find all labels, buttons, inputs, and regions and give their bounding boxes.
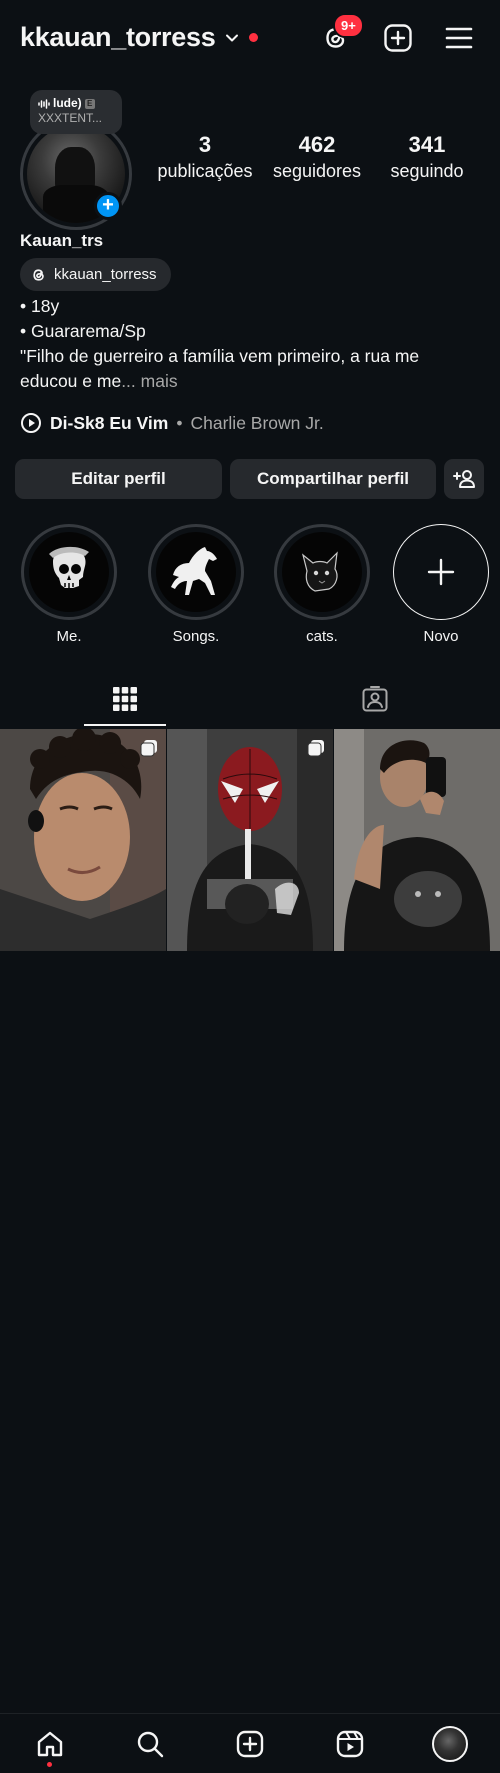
top-bar: kkauan_torress 9+ xyxy=(0,0,500,78)
add-story-icon[interactable]: + xyxy=(94,192,122,220)
posts-grid xyxy=(0,729,500,951)
post-image xyxy=(0,729,166,951)
bio-line: • 18y xyxy=(20,296,60,316)
reels-icon xyxy=(336,1730,364,1758)
bio-ellipsis: ... xyxy=(121,371,136,391)
bio-text: educou e me xyxy=(20,371,122,391)
note-subtitle: XXXTENT... xyxy=(38,111,103,125)
stat-value: 341 xyxy=(408,132,446,157)
play-circle-icon xyxy=(21,413,41,433)
nav-reels[interactable] xyxy=(332,1726,368,1762)
create-icon xyxy=(236,1730,264,1758)
notification-badge: 9+ xyxy=(333,13,364,38)
post-thumbnail[interactable] xyxy=(334,729,500,951)
highlight-label: cats. xyxy=(306,628,338,645)
post-thumbnail[interactable] xyxy=(0,729,166,951)
music-song: Di-Sk8 Eu Vim xyxy=(50,412,169,433)
bio-line: "Filho de guerreiro a família vem primei… xyxy=(20,346,420,366)
highlight-cover xyxy=(29,532,109,612)
carousel-icon xyxy=(140,740,157,757)
note-title: lude) xyxy=(53,96,82,110)
nav-home[interactable] xyxy=(32,1726,68,1762)
stat-label: seguindo xyxy=(390,161,464,181)
bio-line: • Guararema/Sp xyxy=(20,321,146,341)
nav-search[interactable] xyxy=(132,1726,168,1762)
post-thumbnail[interactable] xyxy=(167,729,333,951)
create-post-icon[interactable] xyxy=(382,22,414,54)
stat-label: publicações xyxy=(157,161,253,181)
bio: • 18y • Guararema/Sp "Filho de guerreiro… xyxy=(20,294,480,394)
music-separator: • xyxy=(176,412,183,433)
highlight-ring xyxy=(21,524,117,620)
horse-icon xyxy=(171,547,217,595)
edit-profile-button[interactable]: Editar perfil xyxy=(15,459,222,499)
bio-line: educou e me... mais xyxy=(20,369,480,394)
skull-icon xyxy=(49,546,89,588)
following-count[interactable]: 341 seguindo xyxy=(377,132,477,182)
stat-value: 462 xyxy=(298,132,336,157)
grid-icon xyxy=(113,687,137,711)
stat-value: 3 xyxy=(198,132,212,157)
cat-icon xyxy=(301,551,338,592)
threads-profile-link[interactable]: kkauan_torress xyxy=(20,258,171,291)
profile-note-bubble[interactable]: lude) E XXXTENT... xyxy=(30,90,122,134)
unread-dot xyxy=(249,33,259,42)
post-image xyxy=(334,729,500,951)
highlight-ring xyxy=(393,524,489,620)
plus-icon xyxy=(427,558,455,586)
explicit-icon: E xyxy=(84,98,95,109)
highlight-ring xyxy=(148,524,244,620)
followers-count[interactable]: 462 seguidores xyxy=(267,132,367,182)
tagged-person-icon xyxy=(362,686,388,712)
nav-profile[interactable] xyxy=(432,1726,468,1762)
post-image xyxy=(167,729,333,951)
nav-create[interactable] xyxy=(232,1726,268,1762)
display-name: Kauan_trs xyxy=(20,231,104,250)
share-profile-button[interactable]: Compartilhar perfil xyxy=(230,459,436,499)
profile-tabs xyxy=(0,672,500,726)
highlight-me[interactable]: Me. xyxy=(21,524,117,645)
threads-handle: kkauan_torress xyxy=(54,266,157,283)
search-icon xyxy=(137,1731,164,1758)
highlight-cover xyxy=(156,532,236,612)
active-tab-indicator xyxy=(84,724,166,726)
stat-label: seguidores xyxy=(272,161,362,181)
highlight-cats[interactable]: cats. xyxy=(274,524,370,645)
tab-tagged[interactable] xyxy=(333,672,417,726)
home-notification-dot xyxy=(47,1762,52,1767)
bio-more-link[interactable]: mais xyxy=(141,371,178,391)
highlight-label: Songs. xyxy=(172,628,220,645)
account-switcher[interactable]: kkauan_torress xyxy=(20,22,259,53)
new-highlight-button[interactable]: Novo xyxy=(393,524,489,645)
discover-people-button[interactable] xyxy=(444,459,484,499)
posts-count[interactable]: 3 publicações xyxy=(155,132,255,182)
music-artist: Charlie Brown Jr. xyxy=(190,412,324,433)
highlight-label: Novo xyxy=(423,628,459,645)
highlight-cover xyxy=(282,532,362,612)
chevron-down-icon xyxy=(226,34,239,41)
profile-music[interactable]: Di-Sk8 Eu Vim • Charlie Brown Jr. xyxy=(20,412,324,434)
tab-posts-grid[interactable] xyxy=(83,672,167,726)
highlight-songs[interactable]: Songs. xyxy=(148,524,244,645)
username-title: kkauan_torress xyxy=(20,22,216,52)
profile-avatar-icon xyxy=(432,1726,468,1762)
home-icon xyxy=(37,1731,63,1757)
threads-icon xyxy=(33,268,44,281)
highlight-label: Me. xyxy=(56,628,82,645)
bottom-navigation xyxy=(0,1713,500,1773)
add-person-icon xyxy=(453,470,475,488)
highlight-ring xyxy=(274,524,370,620)
carousel-icon xyxy=(307,740,324,757)
audio-wave-icon xyxy=(38,98,50,109)
menu-icon[interactable] xyxy=(443,22,475,54)
